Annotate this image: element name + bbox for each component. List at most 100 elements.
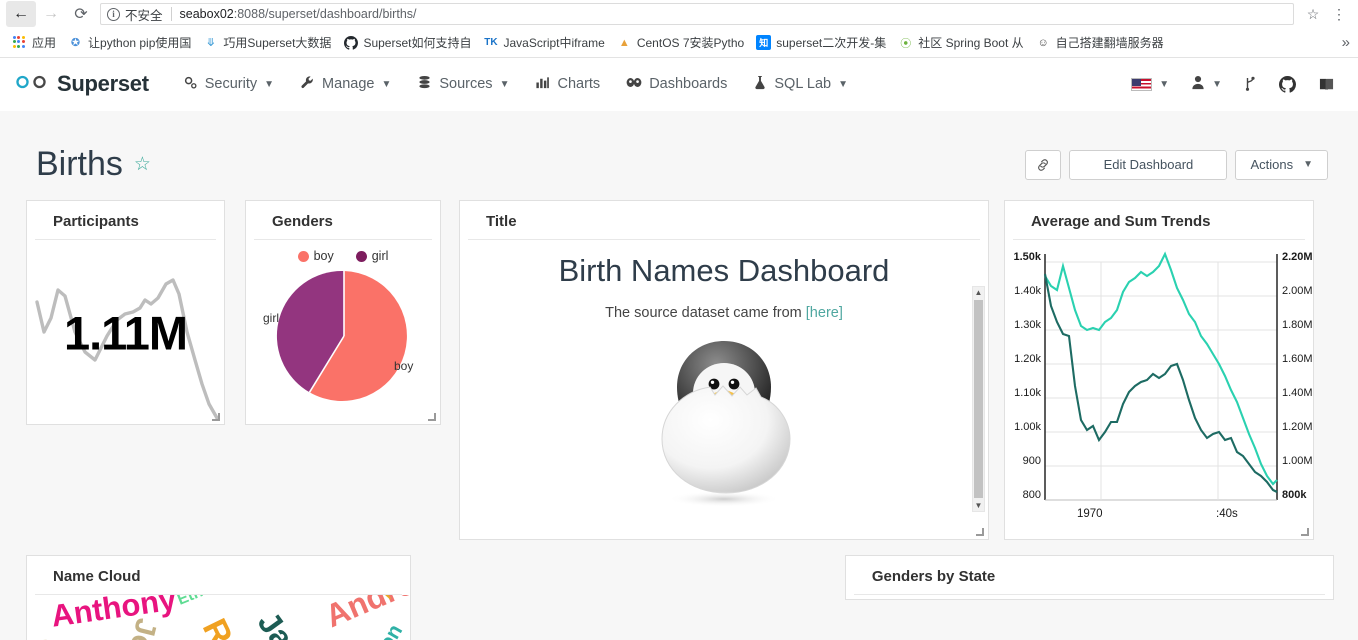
url-path: :8088/superset/dashboard/births/ (233, 7, 417, 21)
zhihu-icon: 知 (756, 35, 772, 50)
url-host: seabox02 (179, 7, 234, 21)
wrench-icon (300, 75, 315, 94)
nav-item-security[interactable]: Security ▼ (171, 69, 286, 100)
markdown-content: Birth Names Dashboard The source dataset… (460, 240, 988, 528)
bookmarks-bar: 应用 ✪ 让python pip使用国 ⤋ 巧用Superset大数据 Supe… (0, 28, 1358, 58)
nav-item-sql-lab[interactable]: SQL Lab ▼ (741, 69, 860, 100)
chart-body-trends: 1.50k 1.40k 1.30k 1.20k 1.10k 1.00k 900 … (1005, 240, 1313, 528)
us-flag-icon (1131, 77, 1153, 91)
dashboard-row-1: Participants 1.11M Genders boy girl girl… (24, 200, 1334, 540)
resize-handle[interactable] (212, 413, 220, 421)
resize-handle[interactable] (428, 413, 436, 421)
resize-handle[interactable] (976, 528, 984, 536)
code-branch-icon[interactable] (1235, 70, 1266, 98)
chart-card-trends[interactable]: Average and Sum Trends 1.50k 1.40k 1.30k… (1004, 200, 1314, 540)
here-link[interactable]: [here] (806, 305, 843, 321)
nav-item-manage[interactable]: Manage ▼ (288, 69, 403, 100)
nav-item-charts[interactable]: Charts (523, 69, 612, 100)
chart-title-genders: Genders (254, 201, 432, 240)
address-bar[interactable]: i 不安全 seabox02:8088/superset/dashboard/b… (100, 3, 1294, 25)
edit-dashboard-button[interactable]: Edit Dashboard (1069, 149, 1228, 180)
navbar-right: ▼ ▼ (1122, 69, 1344, 100)
markdown-scrollbar[interactable]: ▲ ▼ (972, 286, 985, 512)
bookmark-label: 应用 (32, 36, 57, 50)
chart-title-name-cloud: Name Cloud (35, 556, 402, 595)
tux-penguin-hatching-icon (486, 327, 962, 514)
bookmark-item[interactable]: 知 superset二次开发-集 (750, 32, 892, 53)
language-selector[interactable]: ▼ (1122, 72, 1178, 97)
kebab-menu-icon[interactable]: ⋮ (1326, 2, 1352, 26)
nav-item-label: Security (204, 76, 258, 92)
brand-link[interactable]: Superset (14, 71, 149, 97)
bookmark-label: 巧用Superset大数据 (223, 36, 332, 50)
scrollbar-thumb[interactable] (974, 300, 983, 498)
caret-down-icon[interactable]: ▼ (975, 500, 983, 511)
pie-legend: boy girl (246, 240, 440, 263)
bookmark-item[interactable]: ⤋ 巧用Superset大数据 (197, 32, 337, 53)
nav-item-label: Sources (439, 76, 493, 92)
bookmark-item[interactable]: ▲ CentOS 7安装Pytho (611, 32, 750, 53)
github-icon[interactable] (1270, 70, 1305, 99)
word-cloud-item[interactable]: Ethan (175, 595, 223, 610)
book-icon[interactable] (1309, 71, 1344, 98)
browser-toolbar: ← → ⟳ i 不安全 seabox02:8088/superset/dashb… (0, 0, 1358, 28)
bookmark-star-icon[interactable]: ☆ (1300, 2, 1326, 26)
user-icon (1191, 75, 1205, 94)
chart-card-title[interactable]: Title Birth Names Dashboard The source d… (459, 200, 989, 540)
svg-text:2.00M: 2.00M (1282, 285, 1313, 297)
chart-card-genders-by-state[interactable]: Genders by State (844, 555, 1334, 600)
user-menu[interactable]: ▼ (1182, 69, 1231, 100)
legend-item-girl[interactable]: girl (355, 249, 388, 263)
back-icon[interactable]: ← (6, 1, 36, 27)
omnibox-divider (170, 7, 172, 21)
download-icon: ⤋ (206, 37, 216, 49)
resize-handle[interactable] (1301, 528, 1309, 536)
svg-text:800k: 800k (1282, 489, 1307, 501)
word-cloud-item[interactable]: Ryan (34, 632, 102, 640)
superset-navbar: Superset Security ▼ Manage ▼ Sources ▼ C… (0, 58, 1358, 111)
big-number-chart: 1.11M (27, 240, 224, 426)
github-icon (343, 35, 358, 50)
legend-label-boy: boy (313, 249, 334, 263)
svg-text:1.50k: 1.50k (1013, 251, 1041, 263)
star-outline-icon[interactable]: ☆ (134, 153, 151, 176)
word-cloud-item[interactable]: Aaron (357, 620, 408, 640)
chart-title-participants: Participants (35, 201, 216, 240)
bar-chart-icon (535, 75, 550, 94)
nav-item-dashboards[interactable]: Dashboards (614, 69, 739, 100)
chevron-down-icon: ▼ (838, 78, 848, 90)
legend-item-boy[interactable]: boy (297, 249, 334, 263)
bookmark-item[interactable]: ☺ 自己搭建翻墙服务器 (1030, 32, 1170, 53)
chart-title-trends: Average and Sum Trends (1013, 201, 1305, 240)
legend-dot-girl (355, 250, 367, 262)
chevron-down-icon: ▼ (381, 78, 392, 90)
markdown-paragraph: The source dataset came from [here] (486, 305, 962, 321)
link-icon[interactable] (1025, 149, 1062, 180)
dashboard-page: Births ☆ Edit Dashboard Actions ▼ Partic… (0, 111, 1358, 640)
chart-card-genders[interactable]: Genders boy girl girl boy (245, 200, 441, 425)
svg-text:900: 900 (1023, 455, 1041, 467)
actions-dropdown[interactable]: Actions ▼ (1235, 149, 1328, 180)
dashboard-grid: Participants 1.11M Genders boy girl girl… (0, 184, 1358, 640)
word-cloud-item[interactable]: Jason (250, 605, 334, 640)
gears-icon (183, 75, 198, 94)
linux-icon: ▲ (618, 36, 630, 49)
dual-axis-line-chart: 1.50k 1.40k 1.30k 1.20k 1.10k 1.00k 900 … (1013, 251, 1313, 520)
bookmark-item[interactable]: ⦿ 社区 Spring Boot 从 (892, 32, 1029, 53)
nav-item-sources[interactable]: Sources ▼ (405, 69, 521, 100)
chart-card-participants[interactable]: Participants 1.11M (26, 200, 225, 425)
chart-card-name-cloud[interactable]: Name Cloud AnthonyEthanRyanTaraJosephDan… (26, 555, 411, 640)
bookmark-item[interactable]: ✪ 让python pip使用国 (62, 32, 197, 53)
forward-icon[interactable]: → (36, 1, 66, 27)
bookmark-item[interactable]: TK JavaScript中iframe (477, 32, 610, 53)
reload-icon[interactable]: ⟳ (66, 1, 96, 27)
dashboard-header: Births ☆ Edit Dashboard Actions ▼ (0, 111, 1358, 184)
bookmark-item[interactable]: Superset如何支持自 (337, 32, 477, 53)
bookmark-apps[interactable]: 应用 (6, 32, 62, 53)
info-icon: i (107, 7, 120, 21)
chart-body-participants: 1.11M (27, 240, 224, 426)
pie-slice-label-girl: girl (263, 311, 280, 325)
bookmarks-overflow-icon[interactable]: » (1342, 34, 1350, 51)
caret-up-icon[interactable]: ▲ (975, 287, 983, 298)
bookmark-label: 让python pip使用国 (88, 36, 192, 50)
